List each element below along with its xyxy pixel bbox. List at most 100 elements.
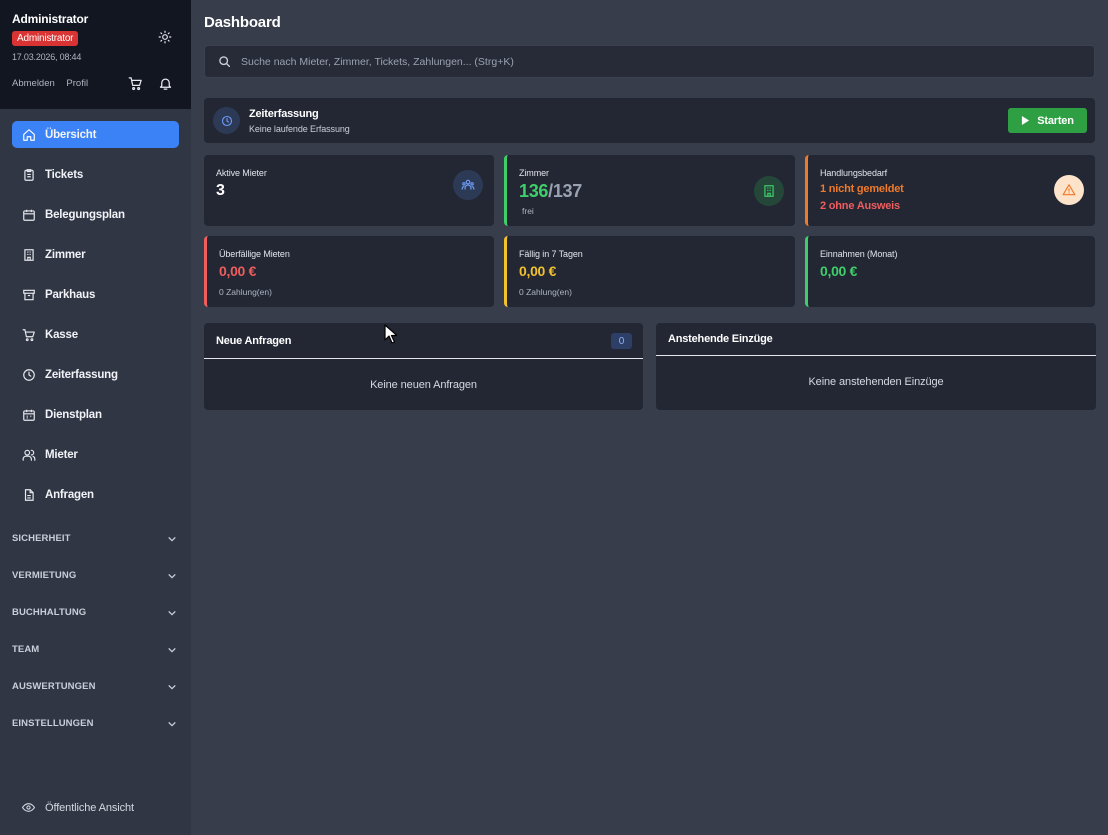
sidebar-item-tickets[interactable]: Tickets <box>12 161 179 188</box>
sidebar-item-label: Übersicht <box>45 128 97 141</box>
cart-icon <box>22 328 35 341</box>
stat-sub: 0 Zahlung(en) <box>219 287 272 297</box>
stat-rooms[interactable]: Zimmer 136/137 frei <box>504 155 795 226</box>
stat-label: Handlungsbedarf <box>820 168 888 178</box>
clipboard-icon <box>24 168 34 181</box>
sidebar-item-zeiterfassung[interactable]: Zeiterfassung <box>12 361 179 388</box>
sidebar-item-label: Parkhaus <box>45 288 96 301</box>
action-line-unreported: 1 nicht gemeldet <box>820 183 904 195</box>
time-tracking-icon-wrap <box>213 107 240 134</box>
nav-group-buchhaltung[interactable]: BUCHHALTUNG <box>12 594 179 631</box>
sidebar-item-label: Anfragen <box>45 488 94 501</box>
public-view-link[interactable]: Öffentliche Ansicht <box>22 801 134 814</box>
public-view-label: Öffentliche Ansicht <box>45 801 135 814</box>
calendar-icon <box>23 209 35 221</box>
role-badge: Administrator <box>12 31 79 46</box>
sidebar-item-label: Dienstplan <box>45 408 102 421</box>
nav-group-sicherheit[interactable]: SICHERHEIT <box>12 520 179 557</box>
stat-sub: frei <box>522 206 534 216</box>
user-datetime: 17.03.2026, 08:44 <box>12 52 82 62</box>
sidebar-item-label: Mieter <box>45 448 78 461</box>
profile-link[interactable]: Profil <box>66 78 88 89</box>
new-requests-panel: Neue Anfragen 0 Keine neuen Anfragen <box>204 323 643 410</box>
chevron-down-icon <box>168 536 176 542</box>
nav-group-einstellungen[interactable]: EINSTELLUNGEN <box>12 705 179 742</box>
nav-group-vermietung[interactable]: VERMIETUNG <box>12 557 179 594</box>
rooms-total: 137 <box>552 181 582 201</box>
archive-icon <box>23 289 35 300</box>
stat-value: 0,00 € <box>519 263 557 279</box>
sidebar-item-zimmer[interactable]: Zimmer <box>12 241 179 268</box>
chevron-down-icon <box>168 610 176 616</box>
users-icon <box>461 179 475 190</box>
stat-active-tenants[interactable]: Aktive Mieter 3 <box>204 155 494 226</box>
chevron-down-icon <box>168 684 176 690</box>
stat-label: Einnahmen (Monat) <box>820 249 898 259</box>
panel-title: Anstehende Einzüge <box>668 333 773 345</box>
chevron-down-icon <box>168 647 176 653</box>
home-icon <box>23 128 35 141</box>
stat-income-month[interactable]: Einnahmen (Monat) 0,00 € <box>805 236 1095 307</box>
stat-label: Überfällige Mieten <box>219 249 290 259</box>
sidebar-item-belegungsplan[interactable]: Belegungsplan <box>12 201 179 228</box>
cart-icon[interactable] <box>128 76 143 91</box>
eye-icon <box>22 803 35 812</box>
building-icon <box>24 248 34 261</box>
stat-label: Aktive Mieter <box>216 168 267 178</box>
sidebar-item-parkhaus[interactable]: Parkhaus <box>12 281 179 308</box>
panel-divider <box>656 355 1096 356</box>
stat-value: 0,00 € <box>820 263 858 279</box>
sidebar-item-dienstplan[interactable]: Dienstplan <box>12 401 179 428</box>
users-icon <box>22 449 36 461</box>
requests-count-badge: 0 <box>611 333 632 349</box>
panel-divider <box>204 358 643 359</box>
search-bar[interactable] <box>204 45 1095 78</box>
user-name: Administrator <box>12 12 89 26</box>
stat-action-needed[interactable]: Handlungsbedarf 1 nicht gemeldet 2 ohne … <box>805 155 1095 226</box>
play-icon <box>1022 116 1030 125</box>
sun-icon[interactable] <box>158 30 172 44</box>
sidebar-item-uebersicht[interactable]: Übersicht <box>12 121 179 148</box>
sidebar: Administrator Administrator 17.03.2026, … <box>0 0 191 835</box>
clock-icon <box>221 115 232 126</box>
bell-icon[interactable] <box>158 76 173 91</box>
sidebar-item-label: Tickets <box>45 168 84 181</box>
user-links: Abmelden Profil <box>12 78 97 89</box>
nav-group-label: EINSTELLUNGEN <box>12 718 94 729</box>
mouse-cursor-icon <box>384 324 397 344</box>
stat-value: 3 <box>216 182 225 199</box>
page-title: Dashboard <box>204 14 281 31</box>
search-input[interactable] <box>241 55 1041 68</box>
chevron-down-icon <box>168 721 176 727</box>
stat-value: 136/137 <box>519 181 582 202</box>
logout-link[interactable]: Abmelden <box>12 78 55 89</box>
panel-title: Neue Anfragen <box>216 335 292 347</box>
user-box: Administrator Administrator 17.03.2026, … <box>0 0 191 109</box>
chevron-down-icon <box>168 573 176 579</box>
start-button[interactable]: Starten <box>1008 108 1087 133</box>
nav-group-label: SICHERHEIT <box>12 533 71 544</box>
pending-moveins-panel: Anstehende Einzüge Keine anstehenden Ein… <box>656 323 1096 410</box>
sidebar-item-kasse[interactable]: Kasse <box>12 321 179 348</box>
panel-empty-text: Keine anstehenden Einzüge <box>808 376 944 388</box>
stat-due-7-days[interactable]: Fällig in 7 Tagen 0,00 € 0 Zahlung(en) <box>504 236 795 307</box>
sidebar-item-label: Zimmer <box>45 248 86 261</box>
nav-group-auswertungen[interactable]: AUSWERTUNGEN <box>12 668 179 705</box>
sidebar-item-label: Belegungsplan <box>45 208 125 221</box>
nav-group-label: TEAM <box>12 644 40 655</box>
nav-group-label: BUCHHALTUNG <box>12 607 87 618</box>
time-tracking-title: Zeiterfassung <box>249 108 319 120</box>
stat-icon-wrap <box>453 170 483 200</box>
sidebar-item-label: Zeiterfassung <box>45 368 118 381</box>
stat-label: Zimmer <box>519 168 549 178</box>
building-icon <box>764 185 774 197</box>
warning-icon <box>1062 184 1076 196</box>
sidebar-item-mieter[interactable]: Mieter <box>12 441 179 468</box>
nav-group-label: VERMIETUNG <box>12 570 77 581</box>
calendar-grid-icon <box>23 409 35 421</box>
stat-value: 0,00 € <box>219 263 257 279</box>
nav-group-team[interactable]: TEAM <box>12 631 179 668</box>
sidebar-item-anfragen[interactable]: Anfragen <box>12 481 179 508</box>
start-button-label: Starten <box>1037 114 1074 127</box>
stat-overdue-rents[interactable]: Überfällige Mieten 0,00 € 0 Zahlung(en) <box>204 236 494 307</box>
